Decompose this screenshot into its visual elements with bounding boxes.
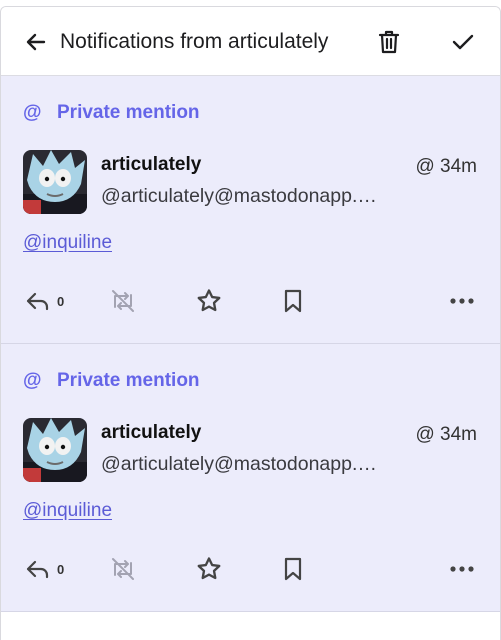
page-title: Notifications from articulately	[60, 30, 329, 53]
reply-count: 0	[57, 561, 65, 577]
header: Notifications from articulately	[1, 7, 500, 76]
delete-button[interactable]	[376, 28, 402, 56]
notification-type: @ Private mention	[23, 370, 200, 392]
display-name[interactable]: articulately	[101, 154, 201, 176]
boost-disabled-icon	[112, 558, 134, 580]
notification-type-label: Private mention	[57, 102, 200, 123]
reply-icon	[26, 560, 49, 579]
notification-item[interactable]: @ Private mention articulately @articula…	[1, 344, 500, 612]
account-handle: @articulately@mastodonapp.…	[101, 453, 377, 475]
bookmark-icon	[284, 289, 302, 313]
mention-link[interactable]: @inquiline	[23, 232, 112, 254]
account-handle: @articulately@mastodonapp.…	[101, 185, 377, 207]
visibility-direct-icon: @	[415, 156, 435, 177]
arrow-left-icon	[26, 33, 46, 51]
notification-type-label: Private mention	[57, 370, 200, 391]
at-sign-icon: @	[23, 102, 42, 123]
at-sign-icon: @	[23, 370, 42, 391]
bookmark-button[interactable]	[281, 551, 305, 587]
notification-item[interactable]: @ Private mention articulately @articula…	[1, 76, 500, 344]
back-button[interactable]	[23, 29, 49, 55]
reply-button[interactable]: 0	[25, 283, 64, 319]
relative-time: 34m	[440, 156, 477, 177]
bookmark-button[interactable]	[281, 283, 305, 319]
avatar[interactable]	[23, 418, 87, 482]
mention-link[interactable]: @inquiline	[23, 500, 112, 522]
star-icon	[197, 289, 221, 312]
boost-button-disabled	[109, 551, 137, 587]
boost-disabled-icon	[112, 290, 134, 312]
reply-button[interactable]: 0	[25, 551, 64, 587]
more-options-button[interactable]	[449, 283, 475, 319]
action-bar: 0	[1, 551, 500, 587]
avatar-image	[23, 150, 87, 214]
reply-icon	[26, 292, 49, 311]
reply-count: 0	[57, 293, 65, 309]
notification-panel: Notifications from articulately @ Privat…	[0, 6, 501, 640]
favourite-button[interactable]	[195, 551, 223, 587]
favourite-button[interactable]	[195, 283, 223, 319]
check-icon	[452, 34, 474, 50]
boost-button-disabled	[109, 283, 137, 319]
more-horizontal-icon	[450, 298, 474, 304]
display-name[interactable]: articulately	[101, 422, 201, 444]
avatar[interactable]	[23, 150, 87, 214]
bookmark-icon	[284, 557, 302, 581]
avatar-image	[23, 418, 87, 482]
post-timestamp[interactable]: @ 34m	[415, 424, 477, 446]
done-button[interactable]	[450, 29, 476, 55]
trash-icon	[378, 30, 400, 54]
star-icon	[197, 557, 221, 580]
relative-time: 34m	[440, 424, 477, 445]
action-bar: 0	[1, 283, 500, 319]
more-horizontal-icon	[450, 566, 474, 572]
post-timestamp[interactable]: @ 34m	[415, 156, 477, 178]
more-options-button[interactable]	[449, 551, 475, 587]
visibility-direct-icon: @	[415, 424, 435, 445]
notification-type: @ Private mention	[23, 102, 200, 124]
